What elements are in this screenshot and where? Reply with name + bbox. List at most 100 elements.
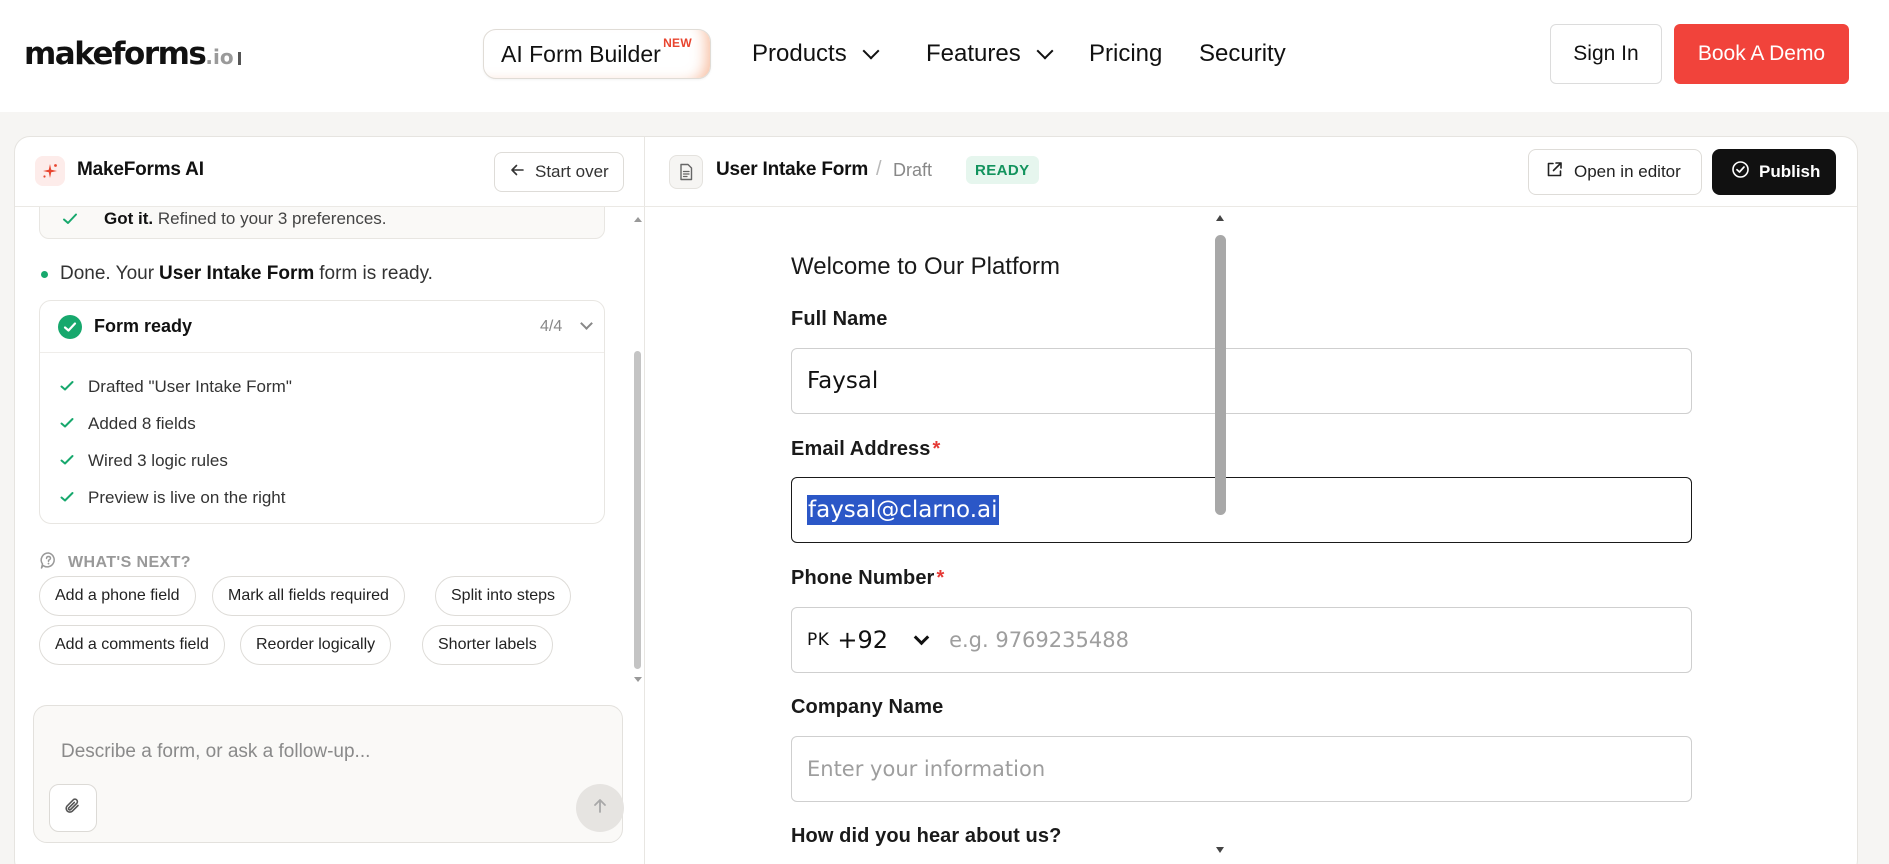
check-icon	[60, 414, 74, 434]
suggestion-chip-add-phone[interactable]: Add a phone field	[39, 576, 196, 616]
sign-in-button[interactable]: Sign In	[1550, 24, 1662, 84]
check-icon	[60, 451, 74, 471]
scrollbar-thumb[interactable]	[1215, 235, 1226, 515]
publish-label: Publish	[1759, 162, 1821, 181]
scroll-down-arrow[interactable]	[1216, 847, 1224, 853]
check-circle-icon	[58, 315, 82, 339]
company-label: Company Name	[791, 696, 943, 719]
suggestion-chip-mark-required[interactable]: Mark all fields required	[212, 576, 405, 616]
company-field[interactable]: Enter your information	[791, 736, 1692, 802]
nav-security-label: Security	[1199, 40, 1286, 67]
step-label: Wired 3 logic rules	[88, 450, 228, 470]
country-dial-code: +92	[837, 626, 889, 654]
prior-message-text: Got it. Refined to your 3 preferences.	[104, 209, 387, 229]
draft-status: Draft	[893, 160, 933, 180]
list-item: Added 8 fields	[40, 405, 604, 442]
assistant-scrollbar[interactable]	[631, 215, 645, 685]
check-icon	[60, 377, 74, 397]
nav-features[interactable]: Features	[926, 40, 1054, 68]
paperclip-icon	[63, 796, 83, 821]
phone-label-text: Phone Number	[791, 567, 935, 589]
required-mark: *	[936, 567, 945, 589]
nav-products[interactable]: Products	[752, 40, 880, 68]
ai-assistant-panel: MakeForms AI Start over Got it. Refined …	[15, 137, 645, 864]
assistant-conversation[interactable]: Got it. Refined to your 3 preferences. D…	[15, 207, 645, 687]
form-ready-count: 4/4	[540, 318, 563, 335]
form-title: User Intake Form	[716, 159, 869, 180]
email-value-selected: faysal@clarno.ai	[807, 495, 999, 525]
full-name-label: Full Name	[791, 308, 887, 331]
required-mark: *	[932, 438, 941, 460]
start-over-button[interactable]: Start over	[494, 152, 624, 192]
whats-next-label: WHAT'S NEXT?	[68, 554, 191, 571]
phone-input[interactable]: e.g. 9769235488	[949, 628, 1129, 652]
send-button[interactable]	[576, 784, 624, 832]
referral-source-label-text: How did you hear about us?	[791, 825, 1062, 847]
preview-scrollbar[interactable]	[1211, 207, 1229, 864]
suggestion-chip-add-comments[interactable]: Add a comments field	[39, 625, 225, 665]
ai-form-builder-button[interactable]: AI Form Builder NEW	[483, 29, 711, 79]
logo-wordmark: makeforms	[24, 36, 207, 72]
prior-message-bold: Got it.	[104, 209, 154, 228]
scrollbar-thumb[interactable]	[634, 351, 641, 669]
assistant-header: MakeForms AI Start over	[15, 137, 645, 207]
company-input[interactable]: Enter your information	[807, 757, 1045, 781]
nav-pricing-label: Pricing	[1089, 40, 1163, 67]
company-label-text: Company Name	[791, 696, 944, 718]
attach-button[interactable]	[49, 784, 97, 832]
check-icon	[60, 488, 74, 508]
email-label: Email Address *	[791, 438, 940, 461]
document-icon	[669, 155, 703, 189]
form-heading: Welcome to Our Platform	[791, 253, 1060, 280]
ai-form-builder-label: AI Form Builder	[501, 40, 661, 67]
scroll-down-arrow[interactable]	[634, 677, 642, 682]
full-name-field[interactable]: Faysal	[791, 348, 1692, 414]
email-field[interactable]: faysal@clarno.ai	[791, 477, 1692, 543]
step-label: Added 8 fields	[88, 413, 196, 433]
chevron-down-icon	[862, 42, 880, 60]
suggestion-chip-reorder[interactable]: Reorder logically	[240, 625, 392, 665]
full-name-label-text: Full Name	[791, 308, 888, 330]
country-iso: PK	[807, 630, 830, 650]
publish-button[interactable]: Publish	[1712, 149, 1836, 195]
sparkle-icon	[35, 156, 65, 186]
scroll-up-arrow[interactable]	[634, 217, 642, 222]
prior-message-rest: Refined to your 3 preferences.	[157, 209, 387, 228]
prior-assistant-message: Got it. Refined to your 3 preferences.	[39, 207, 605, 239]
external-link-icon	[1545, 160, 1564, 184]
list-item: Drafted "User Intake Form"	[40, 368, 604, 405]
editor-header: User Intake Form / Draft READY Open in e…	[645, 137, 1857, 207]
suggestion-chip-split-steps[interactable]: Split into steps	[435, 576, 572, 616]
scroll-up-arrow[interactable]	[1216, 215, 1224, 221]
chevron-down-icon	[913, 629, 930, 645]
open-in-editor-button[interactable]: Open in editor	[1528, 149, 1702, 195]
check-icon	[62, 212, 78, 231]
new-badge: NEW	[663, 36, 692, 50]
chevron-down-icon[interactable]	[580, 317, 593, 330]
done-suffix: form is ready.	[319, 263, 433, 284]
book-demo-button[interactable]: Book A Demo	[1674, 24, 1849, 84]
arrow-left-icon	[509, 162, 525, 183]
chat-bubble-icon	[39, 551, 58, 575]
nav-security[interactable]: Security	[1199, 40, 1286, 68]
country-code-select[interactable]: PK +92	[807, 626, 930, 654]
phone-label: Phone Number *	[791, 567, 944, 590]
referral-source-label: How did you hear about us?	[791, 825, 1061, 848]
nav-features-label: Features	[926, 40, 1021, 67]
arrow-up-icon	[591, 797, 609, 820]
composer-input[interactable]: Describe a form, or ask a follow-up...	[61, 741, 370, 763]
form-ready-card: Form ready 4/4 Drafted "User Intake Form…	[39, 300, 605, 524]
nav-pricing[interactable]: Pricing	[1089, 40, 1162, 68]
prompt-composer[interactable]: Describe a form, or ask a follow-up...	[33, 705, 624, 843]
step-label: Drafted "User Intake Form"	[88, 376, 292, 396]
form-ready-header[interactable]: Form ready 4/4	[40, 301, 604, 353]
form-ready-title: Form ready	[94, 316, 193, 336]
list-item: Preview is live on the right	[40, 479, 604, 516]
suggestion-chip-shorter-labels[interactable]: Shorter labels	[422, 625, 553, 665]
done-prefix: Done. Your	[60, 263, 155, 284]
assistant-title: MakeForms AI	[77, 159, 204, 180]
phone-field[interactable]: PK +92 e.g. 9769235488	[791, 607, 1692, 673]
makeforms-logo[interactable]: makeforms.io	[24, 36, 241, 75]
form-preview: Welcome to Our Platform Full Name Faysal…	[645, 207, 1857, 864]
form-ready-steps: Drafted "User Intake Form" Added 8 field…	[40, 353, 604, 516]
